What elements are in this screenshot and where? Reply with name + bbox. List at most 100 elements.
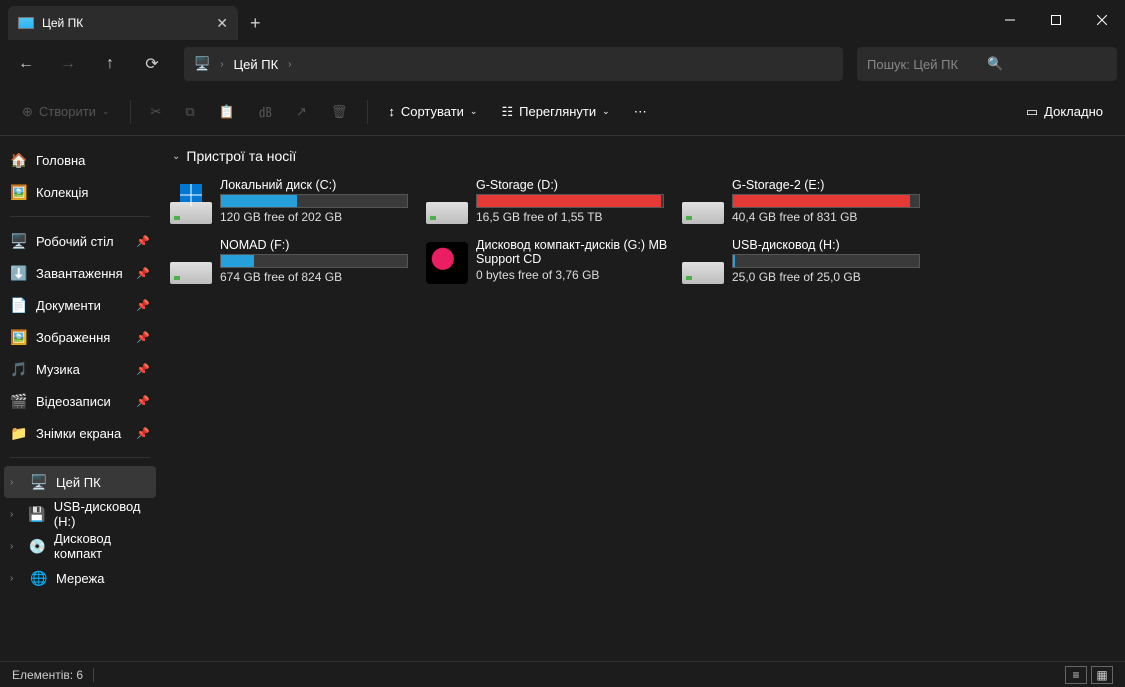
sort-button[interactable]: ↕ Сортувати ⌄ bbox=[378, 95, 487, 129]
sidebar-item[interactable]: 🎬Відеозаписи📌 bbox=[0, 385, 160, 417]
folder-icon: 🎬 bbox=[10, 392, 28, 410]
forward-button[interactable]: → bbox=[50, 46, 86, 82]
drive-icon bbox=[426, 182, 468, 224]
sidebar-item-label: Завантаження bbox=[36, 266, 123, 281]
drive-item[interactable]: G-Storage (D:) 16,5 GB free of 1,55 TB bbox=[424, 174, 676, 230]
separator bbox=[10, 457, 150, 458]
pin-icon[interactable]: 📌 bbox=[136, 427, 150, 440]
folder-icon: 🌐 bbox=[30, 569, 48, 587]
chevron-down-icon: ⌄ bbox=[470, 106, 478, 117]
pin-icon[interactable]: 📌 bbox=[136, 235, 150, 248]
rename-icon: ㏈ bbox=[259, 102, 272, 121]
separator bbox=[93, 668, 94, 682]
folder-icon: 🖥️ bbox=[10, 232, 28, 250]
sort-icon: ↕ bbox=[388, 104, 395, 119]
pin-icon[interactable]: 📌 bbox=[136, 363, 150, 376]
cut-button[interactable]: ✂ bbox=[141, 95, 172, 129]
nav-row: ← → ↑ ⟳ 🖥️ › Цей ПК › Пошук: Цей ПК 🔍 bbox=[0, 40, 1125, 88]
close-window-button[interactable] bbox=[1079, 0, 1125, 40]
search-input[interactable]: Пошук: Цей ПК 🔍 bbox=[857, 47, 1117, 81]
drive-icon bbox=[682, 242, 724, 284]
pin-icon[interactable]: 📌 bbox=[136, 267, 150, 280]
folder-icon: 🏠 bbox=[10, 151, 28, 169]
chevron-right-icon: › bbox=[220, 59, 223, 70]
sidebar-item[interactable]: 📄 Документи 📌 bbox=[0, 289, 160, 321]
tab-this-pc[interactable]: Цей ПК ✕ bbox=[8, 6, 238, 40]
address-bar[interactable]: 🖥️ › Цей ПК › bbox=[184, 47, 843, 81]
sidebar-item-label: Документи bbox=[36, 298, 101, 313]
sidebar-item[interactable]: ›💾USB-дисковод (H:) bbox=[0, 498, 160, 530]
view-button[interactable]: ☷ Переглянути ⌄ bbox=[491, 95, 619, 129]
drive-item[interactable]: G-Storage-2 (E:) 40,4 GB free of 831 GB bbox=[680, 174, 932, 230]
minimize-button[interactable] bbox=[987, 0, 1033, 40]
sidebar-item[interactable]: 🖼️ Зображення 📌 bbox=[0, 321, 160, 353]
chevron-right-icon[interactable]: › bbox=[10, 541, 21, 552]
sidebar-item[interactable]: 🏠 Головна bbox=[0, 144, 160, 176]
sidebar-item[interactable]: 🖼️ Колекція bbox=[0, 176, 160, 208]
disc-icon bbox=[426, 242, 468, 284]
sidebar-item[interactable]: ›🌐Мережа bbox=[0, 562, 160, 594]
plus-circle-icon: ⊕ bbox=[22, 104, 33, 120]
sidebar: 🏠Головна🖼️Колекція🖥️Робочий стіл📌⬇️Заван… bbox=[0, 136, 160, 661]
pin-icon[interactable]: 📌 bbox=[136, 331, 150, 344]
chevron-right-icon[interactable]: › bbox=[288, 59, 291, 70]
chevron-right-icon[interactable]: › bbox=[10, 509, 20, 520]
close-tab-icon[interactable]: ✕ bbox=[216, 15, 228, 32]
drive-name: NOMAD (F:) bbox=[220, 238, 418, 252]
sidebar-item-label: Музика bbox=[36, 362, 80, 377]
drive-item[interactable]: Локальний диск (C:) 120 GB free of 202 G… bbox=[168, 174, 420, 230]
sidebar-item[interactable]: 📁Знімки екрана📌 bbox=[0, 417, 160, 449]
drive-free-text: 120 GB free of 202 GB bbox=[220, 210, 418, 224]
details-view-button[interactable]: ≡ bbox=[1065, 666, 1087, 684]
chevron-right-icon[interactable]: › bbox=[10, 573, 22, 584]
sidebar-item-label: Головна bbox=[36, 153, 85, 168]
sidebar-item[interactable]: ›💿Дисковод компакт bbox=[0, 530, 160, 562]
drive-item[interactable]: NOMAD (F:) 674 GB free of 824 GB bbox=[168, 234, 420, 290]
drive-item[interactable]: Дисковод компакт-дисків (G:) MB Support … bbox=[424, 234, 676, 290]
group-header[interactable]: ⌄ Пристрої та носії bbox=[168, 148, 1117, 164]
folder-icon: 📄 bbox=[10, 296, 28, 314]
chevron-down-icon: ⌄ bbox=[172, 151, 180, 162]
monitor-icon bbox=[18, 17, 34, 29]
more-button[interactable]: ⋯ bbox=[624, 95, 657, 129]
sidebar-item[interactable]: ⬇️Завантаження📌 bbox=[0, 257, 160, 289]
sidebar-item[interactable]: 🖥️Робочий стіл📌 bbox=[0, 225, 160, 257]
rename-button[interactable]: ㏈ bbox=[249, 95, 282, 129]
drives-grid: Локальний диск (C:) 120 GB free of 202 G… bbox=[168, 174, 1117, 290]
trash-icon: 🗑 bbox=[331, 104, 348, 120]
item-count: Елементів: 6 bbox=[12, 668, 83, 682]
drive-item[interactable]: USB-дисковод (H:) 25,0 GB free of 25,0 G… bbox=[680, 234, 932, 290]
refresh-button[interactable]: ⟳ bbox=[134, 46, 170, 82]
capacity-bar bbox=[476, 194, 664, 208]
paste-button[interactable]: 📋 bbox=[209, 95, 245, 129]
sidebar-item[interactable]: 🎵Музика📌 bbox=[0, 353, 160, 385]
share-button[interactable]: ↗ bbox=[286, 95, 317, 129]
sidebar-item[interactable]: ›🖥️Цей ПК bbox=[4, 466, 156, 498]
details-pane-button[interactable]: ▭ Докладно bbox=[1016, 95, 1113, 129]
copy-button[interactable]: ⧉ bbox=[175, 95, 204, 129]
sidebar-item-label: Колекція bbox=[36, 185, 88, 200]
create-button[interactable]: ⊕ Створити ⌄ bbox=[12, 95, 120, 129]
pin-icon[interactable]: 📌 bbox=[136, 395, 150, 408]
sidebar-item-label: Зображення bbox=[36, 330, 110, 345]
drive-icon bbox=[170, 242, 212, 284]
maximize-button[interactable] bbox=[1033, 0, 1079, 40]
back-button[interactable]: ← bbox=[8, 46, 44, 82]
chevron-right-icon[interactable]: › bbox=[10, 477, 22, 488]
up-button[interactable]: ↑ bbox=[92, 46, 128, 82]
breadcrumb[interactable]: Цей ПК bbox=[234, 57, 279, 72]
sidebar-item-label: Знімки екрана bbox=[36, 426, 121, 441]
content: 🏠Головна🖼️Колекція🖥️Робочий стіл📌⬇️Заван… bbox=[0, 136, 1125, 661]
drive-name: Локальний диск (C:) bbox=[220, 178, 418, 192]
folder-icon: 💿 bbox=[29, 537, 46, 555]
folder-icon: 🖼️ bbox=[10, 328, 28, 346]
drive-icon bbox=[682, 182, 724, 224]
new-tab-button[interactable]: + bbox=[250, 13, 261, 34]
tiles-view-button[interactable]: ▦ bbox=[1091, 666, 1113, 684]
pin-icon[interactable]: 📌 bbox=[136, 299, 150, 312]
sidebar-item-label: USB-дисковод (H:) bbox=[54, 499, 150, 529]
chevron-down-icon: ⌄ bbox=[102, 106, 110, 117]
folder-icon: 🖼️ bbox=[10, 183, 28, 201]
delete-button[interactable]: 🗑 bbox=[321, 95, 358, 129]
view-icon: ☷ bbox=[501, 104, 513, 120]
